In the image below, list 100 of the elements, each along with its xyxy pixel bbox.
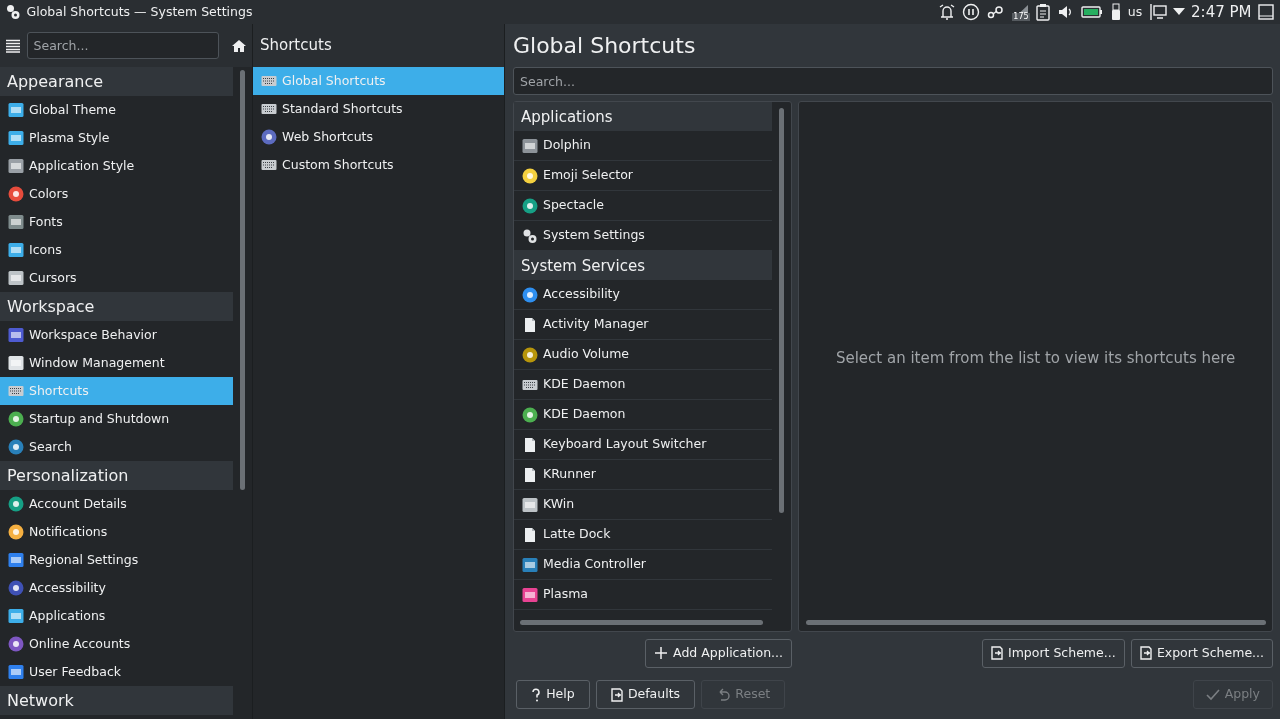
sidebar-item[interactable]: Fonts	[0, 208, 234, 236]
keyboard-icon	[261, 101, 277, 117]
sidebar-item[interactable]: Window Management	[0, 349, 234, 377]
component-item[interactable]: KDE Daemon	[514, 370, 772, 401]
gears-icon	[6, 4, 21, 20]
keyboard-icon	[261, 157, 277, 173]
app-icon	[261, 129, 277, 145]
document-arrow-icon	[610, 687, 623, 702]
app-icon	[8, 411, 24, 427]
app-icon	[8, 439, 24, 455]
app-icon	[8, 664, 24, 680]
category-header: Personalization	[0, 461, 234, 490]
sidebar-item[interactable]: Online Accounts	[0, 630, 234, 658]
badge-number: 175	[1012, 13, 1030, 21]
network-computer-icon	[1148, 3, 1167, 21]
app-icon	[8, 186, 24, 202]
sidebar-item[interactable]: Colors	[0, 180, 234, 208]
app-icon	[8, 580, 24, 596]
defaults-button[interactable]: Defaults	[595, 680, 696, 709]
component-item[interactable]: KDE Daemon	[514, 400, 772, 431]
scrollbar-thumb[interactable]	[805, 620, 1266, 625]
document-arrow-icon	[1139, 646, 1152, 660]
component-item[interactable]: KRunner	[514, 460, 772, 491]
app-icon	[8, 636, 24, 652]
desktop-icon	[1257, 4, 1274, 20]
sidebar-item[interactable]: Startup and Shutdown	[0, 405, 234, 433]
app-icon	[8, 552, 24, 568]
subcategory-item[interactable]: Custom Shortcuts	[253, 151, 504, 179]
sidebar-item[interactable]: Applications	[0, 602, 234, 630]
document-icon	[522, 316, 538, 333]
app-icon	[522, 286, 538, 303]
alarm-bell-icon	[937, 3, 956, 21]
component-item[interactable]: Emoji Selector	[514, 161, 772, 192]
document-icon	[522, 436, 538, 453]
column-title: Shortcuts	[253, 24, 504, 67]
sidebar-item[interactable]: Accessibility	[0, 574, 234, 602]
document-arrow-icon	[990, 646, 1003, 660]
sidebar-item[interactable]: Application Style	[0, 152, 234, 180]
sidebar-item[interactable]: Notifications	[0, 518, 234, 546]
checkmark-icon	[1205, 687, 1220, 702]
sidebar-item[interactable]: Icons	[0, 236, 234, 264]
keyboard-layout-indicator[interactable]: us	[1127, 2, 1143, 22]
component-item[interactable]: Keyboard Layout Switcher	[514, 430, 772, 461]
component-item[interactable]: Latte Dock	[514, 520, 772, 551]
app-icon	[8, 130, 24, 146]
home-icon	[231, 38, 246, 53]
sidebar-item[interactable]: Workspace Behavior	[0, 321, 234, 349]
component-item[interactable]: Spectacle	[514, 191, 772, 222]
app-icon	[8, 608, 24, 624]
app-icon	[522, 406, 538, 423]
page-title: Global Shortcuts	[513, 32, 697, 60]
app-icon	[8, 524, 24, 540]
app-icon	[522, 197, 538, 214]
sidebar-item[interactable]: Cursors	[0, 264, 234, 292]
keyboard-icon	[8, 383, 24, 399]
sidebar-item[interactable]: Global Theme	[0, 96, 234, 124]
component-item[interactable]: Plasma	[514, 580, 772, 611]
component-item[interactable]: Media Controller	[514, 550, 772, 581]
app-icon	[522, 346, 538, 363]
component-item[interactable]: Activity Manager	[514, 310, 772, 341]
sidebar-item[interactable]: Account Details	[0, 490, 234, 518]
subcategory-item[interactable]: Standard Shortcuts	[253, 95, 504, 123]
app-icon	[8, 242, 24, 258]
app-icon	[8, 158, 24, 174]
search-field[interactable]: Search...	[513, 67, 1273, 95]
sidebar-item[interactable]: Regional Settings	[0, 546, 234, 574]
app-icon	[522, 167, 538, 184]
subcategory-item[interactable]: Web Shortcuts	[253, 123, 504, 151]
document-icon	[522, 466, 538, 483]
search-field[interactable]: Search...	[26, 32, 220, 59]
sidebar-item[interactable]: User Feedback	[0, 658, 234, 686]
battery-icon	[1081, 5, 1104, 19]
app-icon	[522, 586, 538, 603]
plus-icon	[654, 646, 669, 660]
export-scheme-button[interactable]: Export Scheme...	[1130, 638, 1273, 668]
usb-drive-icon	[1109, 3, 1122, 21]
keyboard-icon	[261, 73, 277, 89]
scrollbar-thumb[interactable]	[520, 620, 764, 625]
gears-icon	[522, 227, 538, 244]
app-icon	[8, 496, 24, 512]
caret-icon	[1172, 8, 1185, 16]
sidebar-item[interactable]: Search	[0, 433, 234, 461]
add-application-button[interactable]: Add Application...	[645, 638, 792, 668]
help-button[interactable]: Help	[516, 680, 590, 709]
component-item[interactable]: KWin	[514, 490, 772, 521]
import-scheme-button[interactable]: Import Scheme...	[981, 638, 1125, 668]
component-item[interactable]: Audio Volume	[514, 340, 772, 371]
clock[interactable]: 2:47 PM	[1191, 0, 1252, 24]
question-icon	[531, 687, 542, 702]
scrollbar-thumb[interactable]	[240, 70, 246, 490]
sidebar-item[interactable]: Plasma Style	[0, 124, 234, 152]
scrollbar-thumb[interactable]	[779, 108, 784, 514]
component-item[interactable]: Accessibility	[514, 280, 772, 311]
app-icon	[522, 496, 538, 513]
app-icon	[522, 556, 538, 573]
app-icon	[8, 214, 24, 230]
group-header: System Services	[514, 251, 772, 281]
component-item[interactable]: Dolphin	[514, 131, 772, 162]
app-icon	[522, 137, 538, 154]
category-header: Appearance	[0, 67, 234, 96]
